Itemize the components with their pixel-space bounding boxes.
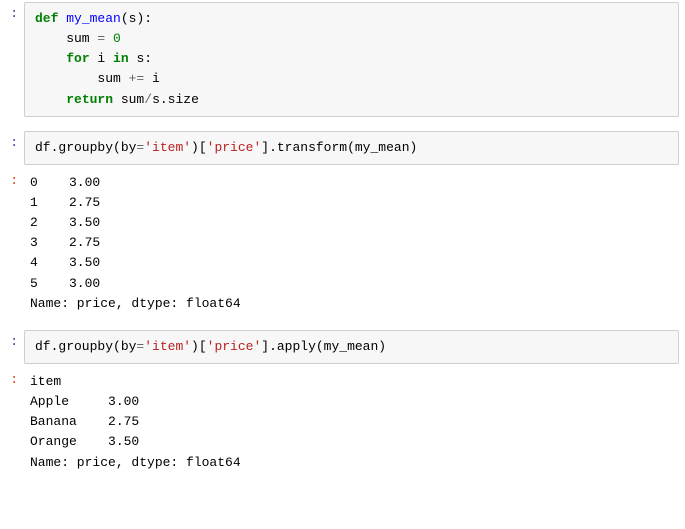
code-cell-3: : df.groupby(by='item')['price'].apply(m… — [0, 328, 685, 366]
operator: / — [144, 92, 152, 107]
code-block[interactable]: def my_mean(s): sum = 0 for i in s: sum … — [24, 2, 679, 117]
code-cell-2: : df.groupby(by='item')['price'].transfo… — [0, 129, 685, 167]
output-prompt: : — [0, 167, 22, 328]
code-text: df.groupby(by — [35, 339, 136, 354]
code-text: ( — [121, 11, 129, 26]
code-text: ].transform(my_mean) — [261, 140, 417, 155]
code-text — [35, 51, 66, 66]
code-text — [35, 92, 66, 107]
code-text: )[ — [191, 339, 207, 354]
code-text: sum — [113, 92, 144, 107]
input-prompt: : — [0, 0, 22, 119]
code-text — [105, 31, 113, 46]
keyword-def: def — [35, 11, 58, 26]
code-text: i — [90, 51, 113, 66]
operator: += — [129, 71, 145, 86]
input-prompt: : — [0, 129, 22, 167]
code-text: )[ — [191, 140, 207, 155]
keyword-return: return — [66, 92, 113, 107]
code-text: sum — [35, 31, 97, 46]
code-text: s: — [129, 51, 152, 66]
string-literal: 'price' — [207, 140, 262, 155]
code-text: df.groupby(by — [35, 140, 136, 155]
code-text: ].apply(my_mean) — [261, 339, 386, 354]
code-cell-1: : def my_mean(s): sum = 0 for i in s: su… — [0, 0, 685, 119]
code-block[interactable]: df.groupby(by='item')['price'].apply(my_… — [24, 330, 679, 364]
code-block[interactable]: df.groupby(by='item')['price'].transform… — [24, 131, 679, 165]
code-text: i — [144, 71, 160, 86]
function-name: my_mean — [66, 11, 121, 26]
code-text: sum — [35, 71, 129, 86]
number-literal: 0 — [113, 31, 121, 46]
string-literal: 'item' — [144, 339, 191, 354]
output-cell-3: : item Apple 3.00 Banana 2.75 Orange 3.5… — [0, 366, 685, 487]
string-literal: 'price' — [207, 339, 262, 354]
code-text: s.size — [152, 92, 199, 107]
code-text: ): — [136, 11, 152, 26]
output-text: 0 3.00 1 2.75 2 3.50 3 2.75 4 3.50 5 3.0… — [24, 167, 679, 320]
output-prompt: : — [0, 366, 22, 487]
keyword-for: for — [66, 51, 89, 66]
input-prompt: : — [0, 328, 22, 366]
output-text: item Apple 3.00 Banana 2.75 Orange 3.50 … — [24, 366, 679, 479]
spacer — [0, 119, 685, 129]
output-cell-2: : 0 3.00 1 2.75 2 3.50 3 2.75 4 3.50 5 3… — [0, 167, 685, 328]
string-literal: 'item' — [144, 140, 191, 155]
keyword-in: in — [113, 51, 129, 66]
